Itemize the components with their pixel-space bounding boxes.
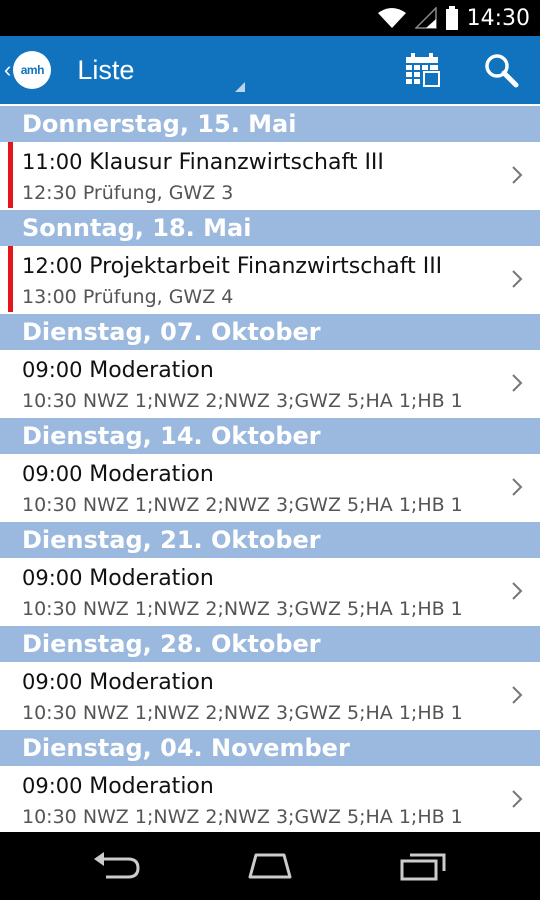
chevron-right-icon	[512, 790, 523, 808]
start-time: 12:00	[22, 254, 83, 278]
status-bar: 14:30	[0, 0, 540, 36]
event-detail: NWZ 1;NWZ 2;NWZ 3;GWZ 5;HA 1;HB 1	[82, 702, 463, 724]
start-time: 09:00	[22, 774, 83, 798]
exam-marker	[8, 142, 13, 208]
status-time: 14:30	[466, 5, 530, 31]
list-item[interactable]: 09:00 Moderation 10:30 NWZ 1;NWZ 2;NWZ 3…	[0, 558, 540, 624]
section-header: Sonntag, 18. Mai	[0, 210, 540, 246]
list-item[interactable]: 09:00 Moderation 10:30 NWZ 1;NWZ 2;NWZ 3…	[0, 350, 540, 416]
search-icon	[485, 54, 519, 88]
list-item[interactable]: 12:00 Projektarbeit Finanzwirtschaft III…	[0, 246, 540, 312]
event-detail: NWZ 1;NWZ 2;NWZ 3;GWZ 5;HA 1;HB 1	[82, 806, 463, 828]
event-detail: NWZ 1;NWZ 2;NWZ 3;GWZ 5;HA 1;HB 1	[82, 598, 463, 620]
calendar-button[interactable]	[384, 36, 462, 104]
start-time: 11:00	[22, 150, 83, 174]
search-button[interactable]	[462, 36, 540, 104]
exam-marker	[8, 246, 13, 312]
chevron-right-icon	[512, 478, 523, 496]
event-detail: NWZ 1;NWZ 2;NWZ 3;GWZ 5;HA 1;HB 1	[82, 390, 463, 412]
section-header: Dienstag, 14. Oktober	[0, 418, 540, 454]
recent-apps-button[interactable]	[383, 841, 463, 891]
home-button[interactable]	[230, 841, 310, 891]
event-detail: NWZ 1;NWZ 2;NWZ 3;GWZ 5;HA 1;HB 1	[82, 494, 463, 516]
action-bar: ‹ amh Liste	[0, 36, 540, 104]
recent-apps-icon	[400, 853, 446, 881]
event-title: Moderation	[89, 462, 214, 487]
event-title: Moderation	[89, 670, 214, 695]
start-time: 09:00	[22, 670, 83, 694]
list-item[interactable]: 09:00 Moderation 10:30 NWZ 1;NWZ 2;NWZ 3…	[0, 766, 540, 832]
back-button[interactable]	[77, 841, 157, 891]
wifi-icon	[377, 7, 407, 29]
section-header: Dienstag, 04. November	[0, 730, 540, 766]
event-title: Projektarbeit Finanzwirtschaft III	[89, 254, 443, 279]
end-time: 12:30	[22, 182, 77, 204]
end-time: 10:30	[22, 390, 77, 412]
list-item[interactable]: 09:00 Moderation 10:30 NWZ 1;NWZ 2;NWZ 3…	[0, 662, 540, 728]
end-time: 13:00	[22, 286, 77, 308]
back-icon	[93, 852, 140, 879]
end-time: 10:30	[22, 494, 77, 516]
calendar-icon	[406, 53, 440, 87]
app-logo: amh	[13, 51, 52, 89]
chevron-right-icon	[512, 270, 523, 288]
view-spinner[interactable]: Liste	[51, 36, 246, 104]
home-icon	[248, 853, 292, 879]
start-time: 09:00	[22, 358, 83, 382]
event-list[interactable]: Donnerstag, 15. Mai 11:00 Klausur Finanz…	[0, 104, 540, 832]
section-header: Dienstag, 07. Oktober	[0, 314, 540, 350]
navigation-bar	[0, 832, 540, 900]
section-header: Donnerstag, 15. Mai	[0, 106, 540, 142]
event-title: Moderation	[89, 358, 214, 383]
event-title: Moderation	[89, 566, 214, 591]
spinner-triangle-icon	[235, 82, 246, 92]
end-time: 10:30	[22, 702, 77, 724]
end-time: 10:30	[22, 806, 77, 828]
chevron-right-icon	[512, 686, 523, 704]
start-time: 09:00	[22, 462, 83, 486]
signal-icon	[414, 7, 437, 29]
event-title: Moderation	[89, 774, 214, 799]
event-detail: Prüfung, GWZ 3	[82, 182, 234, 204]
end-time: 10:30	[22, 598, 77, 620]
home-up-button[interactable]: ‹ amh	[0, 36, 52, 104]
up-chevron-icon: ‹	[4, 57, 12, 82]
start-time: 09:00	[22, 566, 83, 590]
list-item[interactable]: 09:00 Moderation 10:30 NWZ 1;NWZ 2;NWZ 3…	[0, 454, 540, 520]
section-header: Dienstag, 21. Oktober	[0, 522, 540, 558]
view-spinner-label: Liste	[77, 54, 135, 85]
chevron-right-icon	[512, 166, 523, 184]
battery-icon	[445, 6, 459, 30]
chevron-right-icon	[512, 374, 523, 392]
chevron-right-icon	[512, 582, 523, 600]
list-item[interactable]: 11:00 Klausur Finanzwirtschaft III 12:30…	[0, 142, 540, 208]
section-header: Dienstag, 28. Oktober	[0, 626, 540, 662]
event-detail: Prüfung, GWZ 4	[82, 286, 234, 308]
event-title: Klausur Finanzwirtschaft III	[89, 150, 384, 175]
